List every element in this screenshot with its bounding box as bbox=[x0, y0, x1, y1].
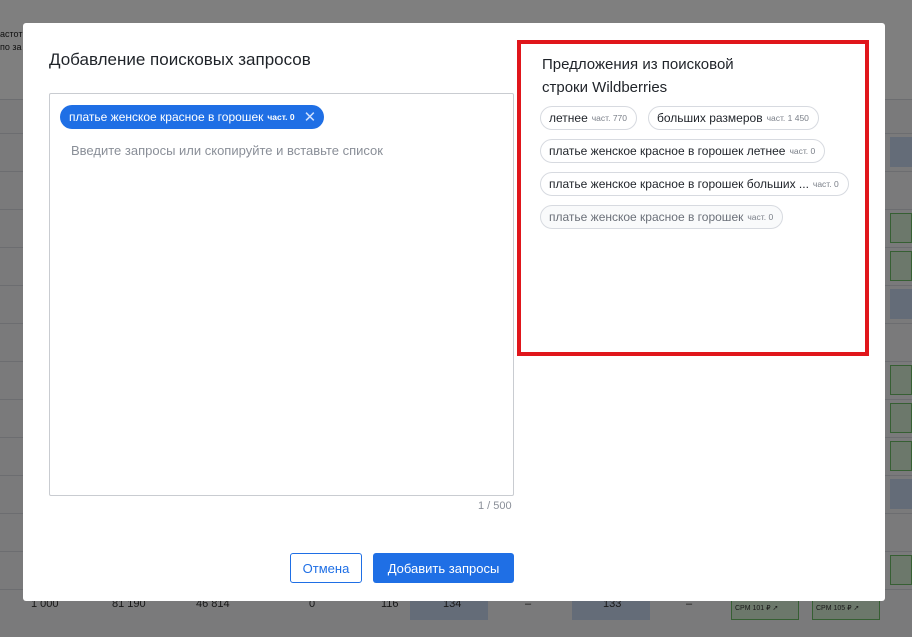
suggestion-chip[interactable]: платье женское красное в горошек летнее … bbox=[540, 139, 826, 163]
suggestion-freq: част. 770 bbox=[591, 113, 628, 123]
add-search-queries-modal: Добавление поисковых запросов платье жен… bbox=[23, 23, 885, 601]
suggestion-text: платье женское красное в горошек больших… bbox=[549, 177, 809, 191]
suggestion-text: летнее bbox=[549, 111, 588, 125]
suggestion-chip[interactable]: летнее част. 770 bbox=[540, 106, 638, 130]
queries-input-area[interactable]: платье женское красное в горошек част. 0… bbox=[49, 93, 514, 496]
suggestion-freq: част. 1 450 bbox=[766, 113, 809, 123]
suggestion-freq: част. 0 bbox=[789, 146, 816, 156]
modal-title: Добавление поисковых запросов bbox=[49, 50, 311, 69]
suggestion-chip-added[interactable]: платье женское красное в горошек част. 0 bbox=[540, 205, 784, 229]
suggestion-text: платье женское красное в горошек bbox=[549, 210, 744, 224]
query-counter: 1 / 500 bbox=[478, 500, 512, 512]
selected-query-freq: част. 0 bbox=[267, 112, 295, 122]
suggestion-text: больших размеров bbox=[657, 111, 763, 125]
suggestion-freq: част. 0 bbox=[747, 212, 774, 222]
suggestion-freq: част. 0 bbox=[812, 179, 839, 189]
suggestions-title-line: Предложения из поисковой bbox=[542, 56, 734, 73]
cancel-button[interactable]: Отмена bbox=[290, 553, 362, 583]
suggestions-title-line: строки Wildberries bbox=[542, 79, 668, 96]
suggestions-title: Предложения из поисковой строки Wildberr… bbox=[542, 53, 734, 99]
queries-input-placeholder[interactable]: Введите запросы или скопируйте и вставьт… bbox=[71, 143, 383, 158]
suggestions-panel: Предложения из поисковой строки Wildberr… bbox=[517, 40, 869, 356]
suggestion-chip[interactable]: больших размеров част. 1 450 bbox=[648, 106, 819, 130]
add-queries-button[interactable]: Добавить запросы bbox=[373, 553, 514, 583]
selected-query-text: платье женское красное в горошек bbox=[69, 110, 264, 124]
selected-query-chip[interactable]: платье женское красное в горошек част. 0… bbox=[60, 105, 325, 129]
suggestion-text: платье женское красное в горошек летнее bbox=[549, 144, 786, 158]
close-icon[interactable]: ✕ bbox=[304, 110, 317, 125]
suggestion-chip[interactable]: платье женское красное в горошек больших… bbox=[540, 172, 849, 196]
